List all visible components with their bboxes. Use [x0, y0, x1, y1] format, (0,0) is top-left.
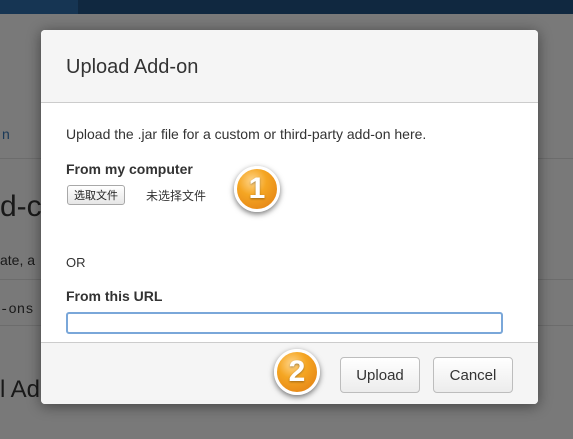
choose-file-button[interactable]: 选取文件: [67, 185, 125, 205]
step-2-marker: 2: [274, 349, 320, 395]
from-computer-label: From my computer: [66, 161, 193, 177]
url-input[interactable]: [66, 312, 503, 334]
dialog-body: Upload the .jar file for a custom or thi…: [41, 103, 538, 342]
dialog-title: Upload Add-on: [66, 56, 199, 78]
upload-addon-dialog: Upload Add-on Upload the .jar file for a…: [41, 30, 538, 404]
dialog-intro-text: Upload the .jar file for a custom or thi…: [66, 126, 427, 142]
from-url-label: From this URL: [66, 288, 163, 304]
file-status-text: 未选择文件: [146, 189, 207, 203]
or-separator-label: OR: [66, 255, 86, 270]
step-1-marker: 1: [234, 166, 280, 212]
dialog-header: Upload Add-on: [41, 30, 538, 103]
cancel-button[interactable]: Cancel: [433, 357, 513, 393]
upload-button[interactable]: Upload: [340, 357, 420, 393]
